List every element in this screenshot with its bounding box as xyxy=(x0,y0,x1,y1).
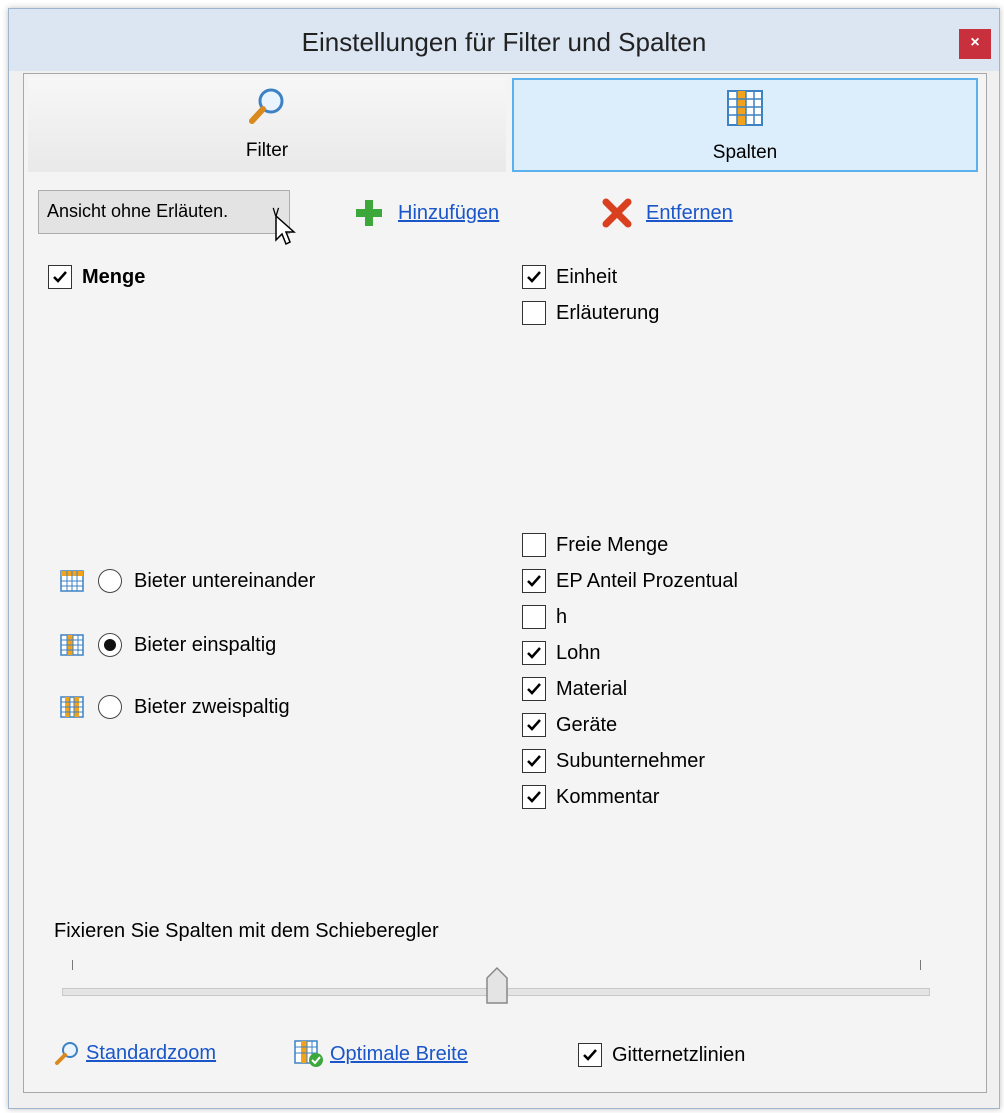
checkmark-icon xyxy=(527,271,541,283)
dialog-content: Filter Spalten Ansicht ohne Erläuten. ∨ xyxy=(23,73,987,1093)
single-column-layout-icon xyxy=(60,634,84,656)
radio-bieter-untereinander[interactable]: Bieter untereinander xyxy=(60,564,315,598)
column-checkbox-kommentar[interactable]: Kommentar xyxy=(522,782,659,812)
checkbox-label: Kommentar xyxy=(556,785,660,808)
checkbox[interactable] xyxy=(522,265,546,289)
column-checkbox-ep-anteil[interactable]: EP Anteil Prozentual xyxy=(522,566,738,596)
checkmark-icon xyxy=(527,755,541,767)
checkbox-label: Subunternehmer xyxy=(556,749,705,772)
checkbox-label: Geräte xyxy=(556,713,618,736)
gridlines-label: Gitternetzlinien xyxy=(612,1043,746,1066)
checkbox[interactable] xyxy=(48,265,72,289)
two-column-layout-icon xyxy=(60,696,84,718)
standardzoom-action[interactable]: Standardzoom xyxy=(54,1040,216,1066)
radio-bieter-einspaltig[interactable]: Bieter einspaltig xyxy=(60,628,276,662)
column-checkbox-freie-menge[interactable]: Freie Menge xyxy=(522,530,668,560)
radio-label: Bieter einspaltig xyxy=(134,633,277,656)
columns-grid-icon xyxy=(727,90,763,126)
view-select-value: Ansicht ohne Erläuten. xyxy=(47,201,229,221)
rows-layout-icon xyxy=(60,570,84,592)
checkbox-label: Material xyxy=(556,677,628,700)
checkbox-label: Erläuterung xyxy=(556,301,660,324)
checkbox[interactable] xyxy=(522,713,546,737)
gridlines-checkbox[interactable] xyxy=(578,1043,602,1067)
plus-icon xyxy=(356,200,382,226)
checkmark-icon xyxy=(53,271,67,283)
checkbox-label: h xyxy=(556,605,568,628)
checkbox[interactable] xyxy=(522,533,546,557)
column-checkbox-subunternehmer[interactable]: Subunternehmer xyxy=(522,746,705,776)
add-action[interactable]: Hinzufügen xyxy=(354,198,499,228)
slider-tick xyxy=(72,960,73,970)
checkmark-icon xyxy=(527,683,541,695)
view-select[interactable]: Ansicht ohne Erläuten. ∨ xyxy=(38,190,290,234)
checkbox[interactable] xyxy=(522,785,546,809)
checkbox-label: EP Anteil Prozentual xyxy=(556,569,738,592)
standardzoom-link[interactable]: Standardzoom xyxy=(86,1042,216,1065)
mouse-cursor-icon xyxy=(275,214,296,246)
title-bar: Einstellungen für Filter und Spalten × xyxy=(9,9,999,71)
tab-spalten[interactable]: Spalten xyxy=(512,78,978,172)
checkmark-icon xyxy=(583,1049,597,1061)
tab-filter[interactable]: Filter xyxy=(28,78,506,172)
column-checkbox-lohn[interactable]: Lohn xyxy=(522,638,601,668)
slider-thumb[interactable] xyxy=(486,966,508,1004)
radio-button[interactable] xyxy=(98,633,122,657)
checkbox-label: Freie Menge xyxy=(556,533,669,556)
settings-dialog: Einstellungen für Filter und Spalten × F… xyxy=(8,8,1000,1109)
checkbox[interactable] xyxy=(522,301,546,325)
radio-label: Bieter untereinander xyxy=(134,569,316,592)
checkbox[interactable] xyxy=(522,605,546,629)
checkbox-label: Lohn xyxy=(556,641,601,664)
checkbox[interactable] xyxy=(522,569,546,593)
checkbox[interactable] xyxy=(522,641,546,665)
slider-label: Fixieren Sie Spalten mit dem Schieberegl… xyxy=(54,920,439,942)
column-checkbox-einheit[interactable]: Einheit xyxy=(522,262,617,292)
remove-action[interactable]: Entfernen xyxy=(602,198,733,228)
optimal-width-link[interactable]: Optimale Breite xyxy=(330,1043,468,1066)
checkmark-icon xyxy=(527,647,541,659)
radio-button[interactable] xyxy=(98,695,122,719)
radio-selected-dot xyxy=(104,639,116,651)
checkmark-icon xyxy=(527,791,541,803)
radio-button[interactable] xyxy=(98,569,122,593)
radio-bieter-zweispaltig[interactable]: Bieter zweispaltig xyxy=(60,690,290,724)
column-checkbox-menge[interactable]: Menge xyxy=(48,262,145,292)
optimal-width-icon xyxy=(294,1040,323,1067)
checkbox[interactable] xyxy=(522,677,546,701)
close-button[interactable]: × xyxy=(959,29,991,59)
optimal-width-action[interactable]: Optimale Breite xyxy=(294,1040,468,1068)
column-checkbox-geraete[interactable]: Geräte xyxy=(522,710,617,740)
magnifier-icon xyxy=(55,1042,78,1065)
column-checkbox-material[interactable]: Material xyxy=(522,674,627,704)
magnifier-icon xyxy=(249,88,284,124)
column-checkbox-h[interactable]: h xyxy=(522,602,567,632)
gridlines-checkbox-row[interactable]: Gitternetzlinien xyxy=(578,1040,745,1070)
remove-x-icon xyxy=(602,198,632,228)
checkmark-icon xyxy=(527,575,541,587)
add-link[interactable]: Hinzufügen xyxy=(398,202,499,225)
checkbox[interactable] xyxy=(522,749,546,773)
tab-filter-label: Filter xyxy=(245,140,289,161)
checkbox-label: Menge xyxy=(82,265,146,288)
tab-spalten-label: Spalten xyxy=(712,142,778,163)
checkmark-icon xyxy=(527,719,541,731)
dialog-title: Einstellungen für Filter und Spalten xyxy=(301,27,707,57)
remove-link[interactable]: Entfernen xyxy=(646,202,733,225)
checkbox-label: Einheit xyxy=(556,265,618,288)
slider-tick xyxy=(920,960,921,970)
column-checkbox-erlaeuterung[interactable]: Erläuterung xyxy=(522,298,659,328)
radio-label: Bieter zweispaltig xyxy=(134,695,290,718)
